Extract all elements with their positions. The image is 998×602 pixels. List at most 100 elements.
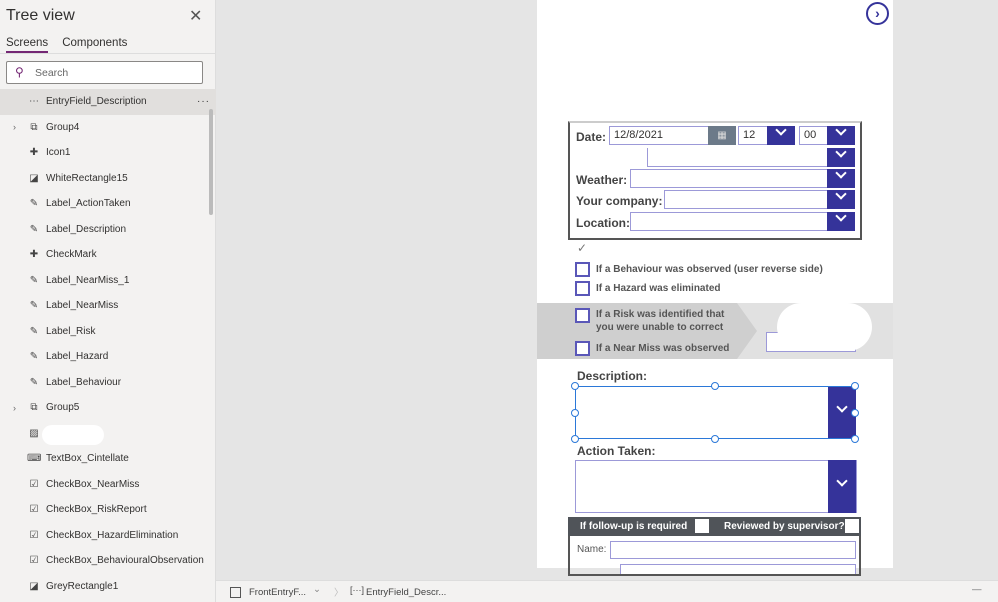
tree-item[interactable]: ⋯ EntryField_Description ···: [0, 89, 216, 115]
tree-item[interactable]: ✎ Label_NearMiss_1: [0, 268, 216, 294]
tree-item[interactable]: ✎ Label_ActionTaken: [0, 191, 216, 217]
tree-item[interactable]: ✎ Label_Description: [0, 217, 216, 243]
calendar-icon[interactable]: ▦: [708, 126, 736, 145]
resize-handle[interactable]: [571, 409, 579, 417]
label-icon: ✎: [29, 198, 39, 210]
icons-icon: ✚: [29, 147, 39, 159]
next-arrow-icon[interactable]: ›: [866, 2, 889, 25]
second-field[interactable]: [620, 564, 856, 574]
tab-screens[interactable]: Screens: [6, 37, 49, 53]
name-field[interactable]: [610, 541, 856, 559]
chevron-down-icon[interactable]: [827, 148, 855, 167]
name-label: Name:: [577, 544, 607, 555]
checkbox-behaviour[interactable]: [575, 262, 590, 277]
checkbox-icon: ☑: [29, 555, 39, 567]
checkbox-icon: ☑: [29, 504, 39, 516]
chevron-down-icon[interactable]: [827, 190, 855, 209]
checkbox-near-miss[interactable]: [575, 341, 590, 356]
hidden-dropdown[interactable]: [647, 148, 829, 167]
image-icon: ▨: [29, 427, 39, 439]
zoom-out-icon[interactable]: —: [972, 584, 982, 595]
location-dropdown[interactable]: [630, 212, 829, 231]
minute-dropdown[interactable]: 00: [799, 126, 829, 145]
followup-checkbox[interactable]: [695, 519, 709, 533]
checkbox-label: If a Behaviour was observed (user revers…: [596, 264, 823, 275]
textbox-icon: ⌨: [27, 453, 42, 465]
chevron-down-icon[interactable]: [828, 460, 856, 513]
tree-item-label: Label_Behaviour: [46, 376, 122, 388]
shapes-icon: ◪: [29, 580, 39, 592]
tree-item-label: Group4: [46, 121, 80, 133]
search-input[interactable]: ⚲ Search: [6, 61, 203, 84]
tree-item-label: Label_NearMiss_1: [46, 274, 130, 286]
tree-item-label: EntryField_Description: [46, 96, 147, 108]
tree-item-label: Label_ActionTaken: [46, 198, 131, 210]
reviewed-checkbox[interactable]: [845, 519, 859, 533]
resize-handle[interactable]: [851, 435, 859, 443]
resize-handle[interactable]: [851, 409, 859, 417]
chevron-down-icon[interactable]: [827, 212, 855, 231]
description-entry-field[interactable]: [575, 386, 856, 439]
tree-item-label: WhiteRectangle15: [46, 172, 128, 184]
breadcrumb-screen[interactable]: FrontEntryF...: [249, 587, 306, 598]
group-icon: ⧉: [30, 402, 38, 414]
tree-item[interactable]: ✚ Icon1: [0, 140, 216, 166]
app-canvas: › Date: 12/8/2021 ▦ 12 00 Weather: Your …: [537, 0, 893, 576]
tree-item[interactable]: ☑ CheckBox_HazardElimination: [0, 523, 216, 549]
resize-handle[interactable]: [851, 382, 859, 390]
tree-item-label: Icon1: [46, 147, 71, 159]
action-taken-field[interactable]: [575, 460, 857, 513]
company-dropdown[interactable]: [664, 190, 829, 209]
hour-dropdown[interactable]: 12: [738, 126, 768, 145]
breadcrumb-control[interactable]: EntryField_Descr...: [366, 587, 446, 598]
checkbox-hazard[interactable]: [575, 281, 590, 296]
scrollbar[interactable]: [209, 109, 213, 215]
tree-item-label: CheckBox_HazardElimination: [46, 529, 179, 541]
chevron-down-icon[interactable]: [827, 126, 855, 145]
tree-item-label: GreyRectangle1: [46, 580, 119, 592]
weather-dropdown[interactable]: [630, 169, 829, 188]
resize-handle[interactable]: [571, 435, 579, 443]
tree-item[interactable]: ✚ CheckMark: [0, 242, 216, 268]
tree-item[interactable]: ✎ Label_Behaviour: [0, 370, 216, 396]
chevron-right-icon[interactable]: ›: [13, 122, 16, 132]
tree-item[interactable]: ✎ Label_NearMiss: [0, 293, 216, 319]
tree-item[interactable]: ☑ CheckBox_BehaviouralObservation: [0, 548, 216, 574]
checkbox-icon: ☑: [29, 529, 39, 541]
tree-item-label: CheckBox_RiskReport: [46, 504, 147, 516]
tree-item[interactable]: ✎ Label_Hazard: [0, 344, 216, 370]
tree-item[interactable]: ◪ GreyRectangle1: [0, 574, 216, 600]
chevron-down-icon[interactable]: [767, 126, 795, 145]
tree-item[interactable]: › ⧉ Group4: [0, 115, 216, 141]
tree-item-label: Group5: [46, 402, 80, 414]
group-icon: ⧉: [30, 121, 38, 133]
tree-item[interactable]: ▨no: [0, 421, 216, 447]
resize-handle[interactable]: [711, 382, 719, 390]
weather-label: Weather:: [576, 173, 628, 187]
tree-item-label: Label_NearMiss: [46, 300, 119, 312]
check-mark-icon: ✓: [577, 241, 588, 255]
location-label: Location:: [576, 216, 630, 230]
more-options-icon[interactable]: ···: [197, 96, 210, 107]
resize-handle[interactable]: [711, 435, 719, 443]
chevron-right-icon[interactable]: ›: [13, 403, 16, 413]
tree-item[interactable]: ☑ CheckBox_NearMiss: [0, 472, 216, 498]
tree-item[interactable]: ☑ CheckBox_RiskReport: [0, 497, 216, 523]
tree-item[interactable]: ⌨ TextBox_Cintellate: [0, 446, 216, 472]
checkbox-risk[interactable]: [575, 308, 590, 323]
close-icon[interactable]: ✕: [189, 6, 202, 26]
tree-item[interactable]: › ⧉ Group5: [0, 395, 216, 421]
icons-icon: ✚: [29, 249, 39, 261]
tab-components[interactable]: Components: [62, 37, 127, 53]
panel-title: Tree view: [6, 7, 75, 24]
tree-item[interactable]: ✎ Label_Risk: [0, 319, 216, 345]
search-icon: ⚲: [15, 65, 24, 79]
chevron-down-icon[interactable]: ⌄: [313, 584, 321, 595]
company-label: Your company:: [576, 194, 663, 208]
date-picker[interactable]: 12/8/2021: [609, 126, 709, 145]
tree-item[interactable]: ◪ WhiteRectangle15: [0, 166, 216, 192]
screen-breadcrumb-bar: FrontEntryF... ⌄ 〉 [···] EntryField_Desc…: [216, 580, 998, 602]
resize-handle[interactable]: [571, 382, 579, 390]
chevron-down-icon[interactable]: [827, 169, 855, 188]
label-icon: ✎: [29, 351, 39, 363]
